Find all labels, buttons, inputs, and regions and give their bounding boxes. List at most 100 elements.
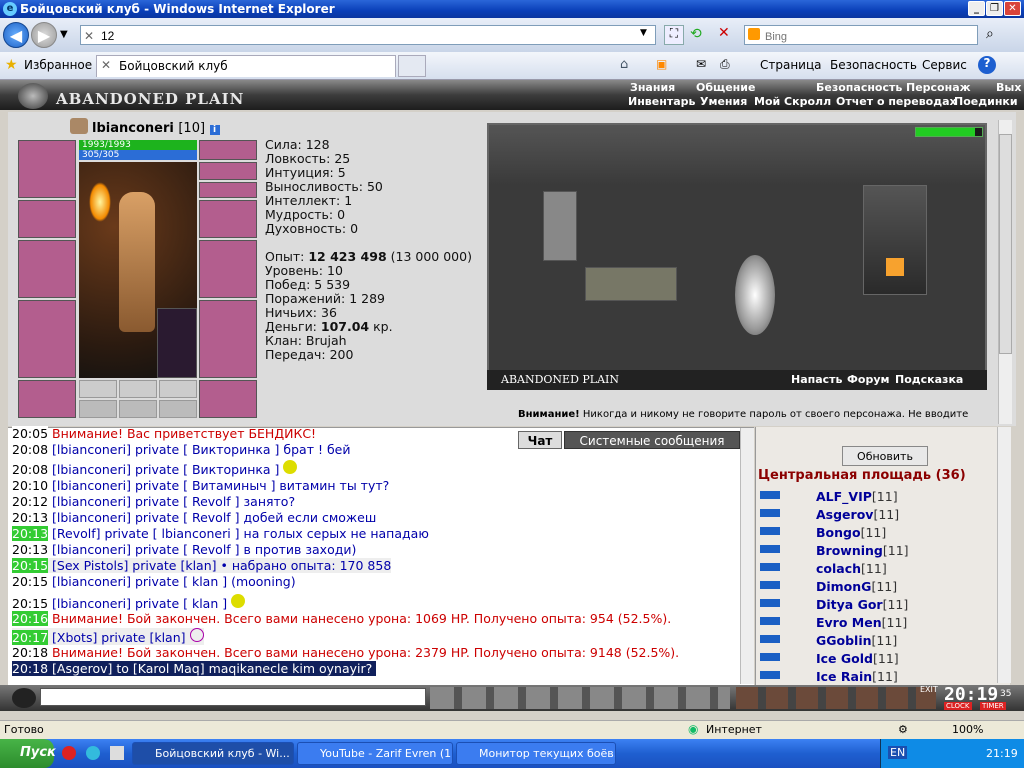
pet-image[interactable] bbox=[157, 308, 197, 378]
private-message-icons[interactable] bbox=[760, 487, 780, 683]
online-scrollbar[interactable] bbox=[997, 427, 1011, 683]
empty-slot[interactable] bbox=[79, 380, 117, 398]
action-icons[interactable] bbox=[736, 687, 936, 709]
portal[interactable] bbox=[735, 255, 775, 335]
attack-link[interactable]: Напасть bbox=[791, 373, 843, 386]
empty-slot[interactable] bbox=[159, 400, 197, 418]
forward-button[interactable]: ▶ bbox=[31, 22, 57, 48]
slot-earrings[interactable] bbox=[199, 162, 257, 180]
castle-building[interactable] bbox=[863, 185, 927, 295]
compat-view-icon[interactable]: ⛶ bbox=[664, 25, 684, 45]
chat-input[interactable] bbox=[40, 688, 426, 706]
submenu-inventory[interactable]: Инвентарь bbox=[628, 95, 695, 108]
ie-quicklaunch-icon[interactable] bbox=[86, 746, 100, 760]
menu-security[interactable]: Безопасность bbox=[830, 58, 917, 72]
language-indicator[interactable]: EN bbox=[888, 746, 908, 759]
slot-boots[interactable] bbox=[199, 380, 257, 418]
maximize-button[interactable]: ❐ bbox=[986, 1, 1003, 16]
empty-slot[interactable] bbox=[119, 380, 157, 398]
slot-amulet[interactable] bbox=[199, 140, 257, 160]
empty-slot[interactable] bbox=[119, 400, 157, 418]
tab-chat[interactable]: Чат bbox=[518, 431, 562, 449]
chat-message[interactable]: [Xbots] private [klan] bbox=[52, 630, 186, 645]
desktop-icon[interactable] bbox=[110, 746, 124, 760]
info-icon[interactable]: i bbox=[209, 125, 220, 135]
menu-communication[interactable]: Общение bbox=[696, 81, 755, 94]
chat-message[interactable]: [lbianconeri] private [ Витаминыч ] вита… bbox=[52, 478, 389, 493]
back-button[interactable]: ◀ bbox=[3, 22, 29, 48]
slot-helmet[interactable] bbox=[18, 140, 76, 198]
empty-slot[interactable] bbox=[79, 400, 117, 418]
chat-message[interactable]: [lbianconeri] private [ Revolf ] в проти… bbox=[52, 542, 356, 557]
chat-message[interactable]: [lbianconeri] private [ Викторинка ] бра… bbox=[52, 442, 350, 457]
menu-page[interactable]: Страница bbox=[760, 58, 822, 72]
slot-belt[interactable] bbox=[18, 380, 76, 418]
menu-exit[interactable]: Вых bbox=[996, 81, 1021, 94]
chat-message[interactable]: [lbianconeri] private [ klan ] (mooning) bbox=[52, 574, 296, 589]
town-buildings[interactable] bbox=[585, 267, 677, 301]
timer-label[interactable]: TIMER bbox=[980, 702, 1006, 710]
task-monitor[interactable]: Монитор текущих боёв... bbox=[456, 742, 616, 765]
new-tab-button[interactable] bbox=[398, 55, 426, 77]
chat-tools-icons[interactable] bbox=[430, 687, 730, 709]
forum-link[interactable]: Форум bbox=[847, 373, 890, 386]
chat-message[interactable]: [Asgerov] to [Karol Maq] maqikanecle kim… bbox=[52, 661, 372, 676]
tab-active[interactable]: ✕ Бойцовский клуб bbox=[96, 55, 396, 77]
menu-safety[interactable]: Безопасность bbox=[816, 81, 902, 94]
search-input[interactable] bbox=[744, 25, 978, 45]
search-icon[interactable]: ⌕ bbox=[986, 26, 994, 42]
feeds-icon[interactable]: ▣ bbox=[656, 57, 667, 71]
start-button[interactable]: Пуск bbox=[0, 739, 56, 768]
tower-building[interactable] bbox=[543, 191, 577, 261]
task-youtube[interactable]: YouTube - Zarif Evren (1... bbox=[297, 742, 453, 765]
slot-weapon[interactable] bbox=[18, 240, 76, 298]
submenu-transfers[interactable]: Отчет о переводах bbox=[836, 95, 957, 108]
char-panel-scrollbar[interactable] bbox=[998, 120, 1012, 424]
chat-message[interactable]: [Revolf] private [ lbianconeri ] на голы… bbox=[52, 526, 429, 541]
slot-armor[interactable] bbox=[18, 300, 76, 378]
page-icon: ✕ bbox=[84, 29, 95, 43]
chat-scrollbar[interactable] bbox=[740, 428, 754, 684]
protected-mode-icon[interactable]: ⚙ bbox=[898, 723, 908, 736]
clock-label[interactable]: CLOCK bbox=[944, 702, 972, 710]
help-icon[interactable]: ? bbox=[978, 56, 996, 74]
submenu-skills[interactable]: Умения bbox=[700, 95, 747, 108]
submenu-duels[interactable]: Поединки bbox=[954, 95, 1018, 108]
favorites-button[interactable]: Избранное bbox=[24, 58, 92, 72]
minimize-button[interactable]: _ bbox=[968, 1, 985, 16]
slot-pants[interactable] bbox=[199, 300, 257, 378]
chat-mode-icon[interactable] bbox=[12, 688, 36, 708]
refresh-icon[interactable]: ⟲ bbox=[690, 26, 702, 42]
task-game[interactable]: Бойцовский клуб - Wi... bbox=[132, 742, 294, 765]
opera-icon[interactable] bbox=[62, 746, 76, 760]
stop-icon[interactable]: ✕ bbox=[718, 25, 730, 41]
chat-message[interactable]: [Sex Pistols] private [klan] • набрано о… bbox=[52, 558, 391, 573]
chat-message[interactable]: [lbianconeri] private [ Revolf ] занято? bbox=[52, 494, 295, 509]
address-input[interactable] bbox=[80, 25, 656, 45]
refresh-button[interactable]: Обновить bbox=[842, 446, 928, 466]
character-name[interactable]: lbianconeri bbox=[92, 121, 174, 136]
address-dropdown-icon[interactable]: ▼ bbox=[640, 28, 647, 38]
mail-icon[interactable]: ✉ bbox=[696, 57, 706, 71]
slot-rings[interactable] bbox=[199, 182, 257, 198]
hint-link[interactable]: Подсказка bbox=[895, 373, 963, 386]
empty-slot[interactable] bbox=[159, 380, 197, 398]
history-dropdown-icon[interactable]: ▼ bbox=[60, 29, 68, 40]
exit-label[interactable]: EXIT bbox=[920, 685, 938, 694]
home-icon[interactable]: ⌂ bbox=[620, 57, 628, 72]
menu-character[interactable]: Персонаж bbox=[906, 81, 971, 94]
chat-message[interactable]: [lbianconeri] private [ klan ] bbox=[52, 596, 227, 611]
menu-tools[interactable]: Сервис bbox=[922, 58, 967, 72]
tab-system[interactable]: Системные сообщения bbox=[564, 431, 740, 449]
slot-gloves[interactable] bbox=[199, 200, 257, 238]
menu-knowledge[interactable]: Знания bbox=[630, 81, 675, 94]
close-button[interactable]: ✕ bbox=[1004, 1, 1021, 16]
slot-bracers[interactable] bbox=[18, 200, 76, 238]
slot-shield[interactable] bbox=[199, 240, 257, 298]
submenu-scroll[interactable]: Мой Скролл bbox=[754, 95, 831, 108]
print-icon[interactable]: ⎙ bbox=[720, 57, 730, 72]
chat-message[interactable]: [lbianconeri] private [ Revolf ] добей е… bbox=[52, 510, 376, 525]
info-row: Уровень: 10 bbox=[265, 263, 343, 278]
zoom-level[interactable]: 100% bbox=[952, 723, 983, 736]
chat-message[interactable]: [lbianconeri] private [ Викторинка ] bbox=[52, 462, 279, 477]
